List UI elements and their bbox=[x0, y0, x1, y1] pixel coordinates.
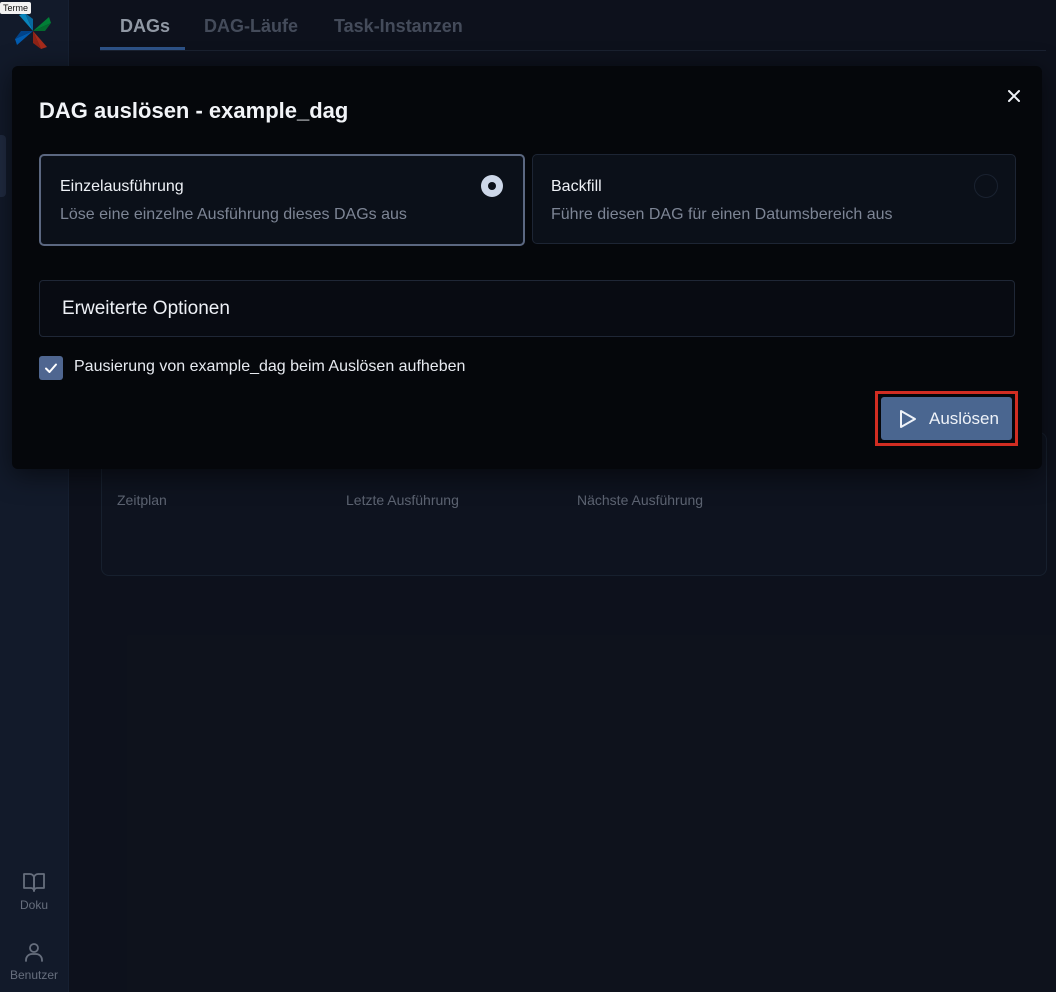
trigger-button[interactable]: Auslösen bbox=[881, 397, 1012, 440]
radio-backfill[interactable] bbox=[974, 174, 998, 198]
close-button[interactable] bbox=[1002, 84, 1026, 108]
option-backfill[interactable]: Backfill Führe diesen DAG für einen Datu… bbox=[532, 154, 1016, 244]
option-backfill-description: Führe diesen DAG für einen Datumsbereich… bbox=[551, 206, 893, 223]
close-icon bbox=[1008, 90, 1020, 102]
modal-title: DAG auslösen - example_dag bbox=[39, 98, 349, 123]
checkmark-icon bbox=[45, 363, 57, 373]
radio-dot bbox=[488, 182, 496, 190]
radio-single-run[interactable] bbox=[481, 175, 503, 197]
option-single-run[interactable]: Einzelausführung Löse eine einzelne Ausf… bbox=[39, 154, 525, 246]
unpause-checkbox[interactable] bbox=[39, 356, 63, 380]
option-single-run-description: Löse eine einzelne Ausführung dieses DAG… bbox=[60, 206, 407, 223]
trigger-button-label: Auslösen bbox=[929, 408, 999, 428]
unpause-checkbox-label[interactable]: Pausierung von example_dag beim Auslösen… bbox=[74, 358, 465, 376]
option-single-run-title: Einzelausführung bbox=[60, 178, 184, 195]
tooltip: Terme bbox=[0, 2, 32, 14]
trigger-dag-modal: DAG auslösen - example_dag Einzelausführ… bbox=[12, 66, 1042, 469]
option-backfill-title: Backfill bbox=[551, 178, 602, 195]
trigger-button-highlight: Auslösen bbox=[875, 391, 1018, 446]
play-icon bbox=[900, 409, 916, 428]
advanced-options-title: Erweiterte Optionen bbox=[62, 298, 230, 319]
app: Terme Doku Benutzer DAGs DAG-Läufe Task-… bbox=[0, 0, 1056, 992]
advanced-options-section[interactable]: Erweiterte Optionen bbox=[39, 280, 1015, 337]
